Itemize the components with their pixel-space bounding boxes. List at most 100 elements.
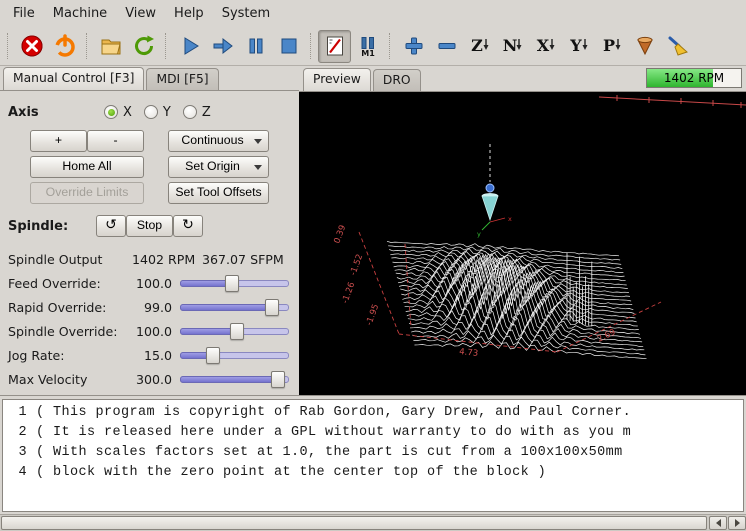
- gcode-line: 1( This program is copyright of Rab Gord…: [3, 403, 743, 423]
- axis-radio-y[interactable]: [144, 105, 158, 119]
- jog-rate-row: Jog Rate: 15.0: [0, 343, 299, 367]
- jog-plus-button[interactable]: +: [30, 130, 87, 152]
- rotate-ccw-icon: ↺: [105, 217, 117, 233]
- rapid-override-row: Rapid Override: 99.0: [0, 295, 299, 319]
- spindle-reverse-button[interactable]: ↺: [96, 215, 126, 237]
- spindle-override-slider[interactable]: [180, 323, 289, 340]
- menu-system[interactable]: System: [213, 2, 279, 25]
- toolbar-separator: [310, 33, 313, 59]
- axis-radio-z[interactable]: [183, 105, 197, 119]
- toolbar-separator: [389, 33, 392, 59]
- toggle-skip-lines-button[interactable]: [318, 30, 351, 63]
- line-text: ( block with the zero point at the cente…: [36, 463, 546, 483]
- y-axis-marker: y: [477, 230, 481, 238]
- zoom-out-button[interactable]: [430, 30, 463, 63]
- tab-dro[interactable]: DRO: [373, 69, 421, 91]
- max-velocity-slider[interactable]: [180, 371, 289, 388]
- set-origin-dropdown[interactable]: Set Origin: [168, 156, 269, 178]
- override-limits-button[interactable]: Override Limits: [30, 182, 144, 204]
- line-text: ( With scales factors set at 1.0, the pa…: [36, 443, 623, 463]
- slider-handle[interactable]: [230, 323, 244, 340]
- home-all-button[interactable]: Home All: [30, 156, 144, 178]
- view-y-button[interactable]: Y: [562, 30, 595, 63]
- gcode-text-area[interactable]: 1( This program is copyright of Rab Gord…: [2, 399, 744, 512]
- view-x-button[interactable]: X: [529, 30, 562, 63]
- gcode-line: 2( It is released here under a GPL witho…: [3, 423, 743, 443]
- optional-stop-icon: M1: [356, 34, 380, 58]
- left-notebook-tabs: Manual Control [F3] MDI [F5]: [0, 66, 299, 91]
- zoom-in-icon: [402, 34, 426, 58]
- spindle-override-row: Spindle Override: 100.0: [0, 319, 299, 343]
- home-row: Home All Set Origin: [0, 156, 299, 178]
- toggle-optional-stop-button[interactable]: M1: [351, 30, 384, 63]
- gremlin-3d-preview[interactable]: 0.39 -1.52 -1.26 -1.95 4.73 2.69 x y: [299, 92, 746, 395]
- view-z-icon: Z: [468, 34, 492, 58]
- abort-button[interactable]: [15, 30, 48, 63]
- rapid-override-slider[interactable]: [180, 299, 289, 316]
- menu-file[interactable]: File: [4, 2, 44, 25]
- horizontal-scrollbar[interactable]: [0, 514, 746, 531]
- slider-handle[interactable]: [206, 347, 220, 364]
- set-origin-value: Set Origin: [185, 159, 240, 174]
- scroll-left-button[interactable]: [709, 516, 727, 530]
- preview-panel: Preview DRO 1402 RPM: [299, 66, 746, 395]
- spindle-override-label: Spindle Override:: [8, 324, 132, 339]
- scrollbar-thumb[interactable]: [1, 516, 707, 530]
- gcode-line: 3( With scales factors set at 1.0, the p…: [3, 443, 743, 463]
- chevron-down-icon: [254, 165, 262, 170]
- feed-override-slider[interactable]: [180, 275, 289, 292]
- toolbar-separator: [86, 33, 89, 59]
- svg-text:Y: Y: [569, 36, 582, 55]
- max-velocity-value: 300.0: [132, 372, 172, 387]
- clear-plot-button[interactable]: [661, 30, 694, 63]
- machine-power-icon: [53, 34, 77, 58]
- limits-row: Override Limits Set Tool Offsets: [0, 182, 299, 204]
- view-z-rotated-icon: N: [501, 34, 525, 58]
- toolpath-plot: 0.39 -1.52 -1.26 -1.95 4.73 2.69 x y: [299, 92, 746, 395]
- menu-help[interactable]: Help: [165, 2, 213, 25]
- view-y-icon: Y: [567, 34, 591, 58]
- spindle-override-value: 100.0: [132, 324, 172, 339]
- zoom-in-button[interactable]: [397, 30, 430, 63]
- jog-minus-button[interactable]: -: [87, 130, 144, 152]
- reload-button[interactable]: [127, 30, 160, 63]
- stop-button[interactable]: [272, 30, 305, 63]
- scroll-right-button[interactable]: [728, 516, 746, 530]
- toolbar-separator: [165, 33, 168, 59]
- machine-power-button[interactable]: [48, 30, 81, 63]
- pause-button[interactable]: [239, 30, 272, 63]
- view-z-button[interactable]: Z: [463, 30, 496, 63]
- rotate-view-button[interactable]: [628, 30, 661, 63]
- axis-radio-x[interactable]: [104, 105, 118, 119]
- run-button[interactable]: [173, 30, 206, 63]
- spindle-label: Spindle:: [8, 219, 96, 234]
- open-file-button[interactable]: [94, 30, 127, 63]
- slider-handle[interactable]: [265, 299, 279, 316]
- set-tool-offsets-button[interactable]: Set Tool Offsets: [168, 182, 269, 204]
- rapid-override-value: 99.0: [132, 300, 172, 315]
- jog-rate-slider[interactable]: [180, 347, 289, 364]
- clear-plot-icon: [666, 34, 690, 58]
- spindle-stop-button[interactable]: Stop: [126, 215, 173, 237]
- spindle-rpm-value: 1402 RPM: [132, 252, 202, 267]
- zoom-out-icon: [435, 34, 459, 58]
- slider-handle[interactable]: [225, 275, 239, 292]
- menu-machine[interactable]: Machine: [44, 2, 116, 25]
- jog-mode-dropdown[interactable]: Continuous: [168, 130, 269, 152]
- toolbar-grip: [7, 33, 10, 59]
- step-button[interactable]: [206, 30, 239, 63]
- tab-mdi[interactable]: MDI [F5]: [146, 68, 218, 90]
- spindle-forward-button[interactable]: ↻: [173, 215, 203, 237]
- dim-label: -1.95: [364, 303, 381, 327]
- spindle-rpm-meter: 1402 RPM: [646, 68, 742, 88]
- tool-cone: x y: [477, 144, 512, 238]
- tab-preview[interactable]: Preview: [303, 68, 371, 91]
- arrow-left-icon: [716, 519, 721, 527]
- view-perspective-button[interactable]: P: [595, 30, 628, 63]
- tab-manual-control[interactable]: Manual Control [F3]: [3, 67, 144, 90]
- view-z-rotated-button[interactable]: N: [496, 30, 529, 63]
- line-number: 4: [3, 463, 27, 483]
- rpm-meter-text: 1402 RPM: [647, 69, 741, 87]
- menu-view[interactable]: View: [116, 2, 165, 25]
- slider-handle[interactable]: [271, 371, 285, 388]
